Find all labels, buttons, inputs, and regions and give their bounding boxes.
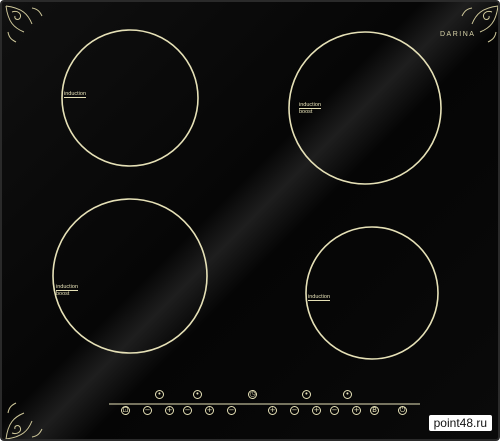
- zone-label-text: boost: [56, 291, 70, 297]
- corner-ornament-bottom-left: [5, 402, 43, 439]
- minus-button-4[interactable]: −: [330, 406, 339, 415]
- zone-selector-icon-4[interactable]: •: [343, 390, 352, 399]
- boost-button[interactable]: B: [370, 406, 379, 415]
- zone-label-top-left: induction: [64, 91, 87, 98]
- minus-button-3[interactable]: −: [290, 406, 299, 415]
- minus-button-timer[interactable]: −: [227, 406, 236, 415]
- induction-cooktop: DARINA induction induction boost inducti…: [0, 0, 500, 441]
- minus-button-2[interactable]: −: [183, 406, 192, 415]
- plus-button-timer[interactable]: +: [268, 406, 277, 415]
- cooktop-surface: [5, 5, 498, 439]
- timer-icon[interactable]: ◷: [248, 390, 257, 399]
- cooking-zone-top-left: [61, 29, 199, 167]
- cooking-zone-bottom-right: [305, 226, 439, 360]
- cooking-zone-bottom-left: [52, 198, 208, 354]
- zone-selector-icon-1[interactable]: •: [155, 390, 164, 399]
- zone-label-bottom-left: induction boost: [56, 284, 79, 297]
- corner-ornament-top-left: [5, 5, 43, 43]
- watermark: point48.ru: [428, 415, 492, 431]
- zone-selector-icon-3[interactable]: •: [302, 390, 311, 399]
- power-button[interactable]: ⏻: [398, 406, 407, 415]
- zone-label-text: induction: [56, 284, 79, 291]
- plus-button-3[interactable]: +: [312, 406, 321, 415]
- zone-label-text: induction: [64, 91, 87, 98]
- zone-selector-icon-2[interactable]: •: [193, 390, 202, 399]
- zone-label-top-right: induction boost: [299, 102, 322, 115]
- minus-button-1[interactable]: −: [143, 406, 152, 415]
- zone-label-text: induction: [308, 294, 331, 301]
- zone-label-text: boost: [299, 109, 313, 115]
- zone-label-text: induction: [299, 102, 322, 109]
- lock-icon[interactable]: ⊡: [121, 406, 130, 415]
- plus-button-1[interactable]: +: [165, 406, 174, 415]
- plus-button-2[interactable]: +: [205, 406, 214, 415]
- zone-label-bottom-right: induction: [308, 294, 331, 301]
- brand-logo: DARINA: [440, 31, 476, 38]
- plus-button-4[interactable]: +: [352, 406, 361, 415]
